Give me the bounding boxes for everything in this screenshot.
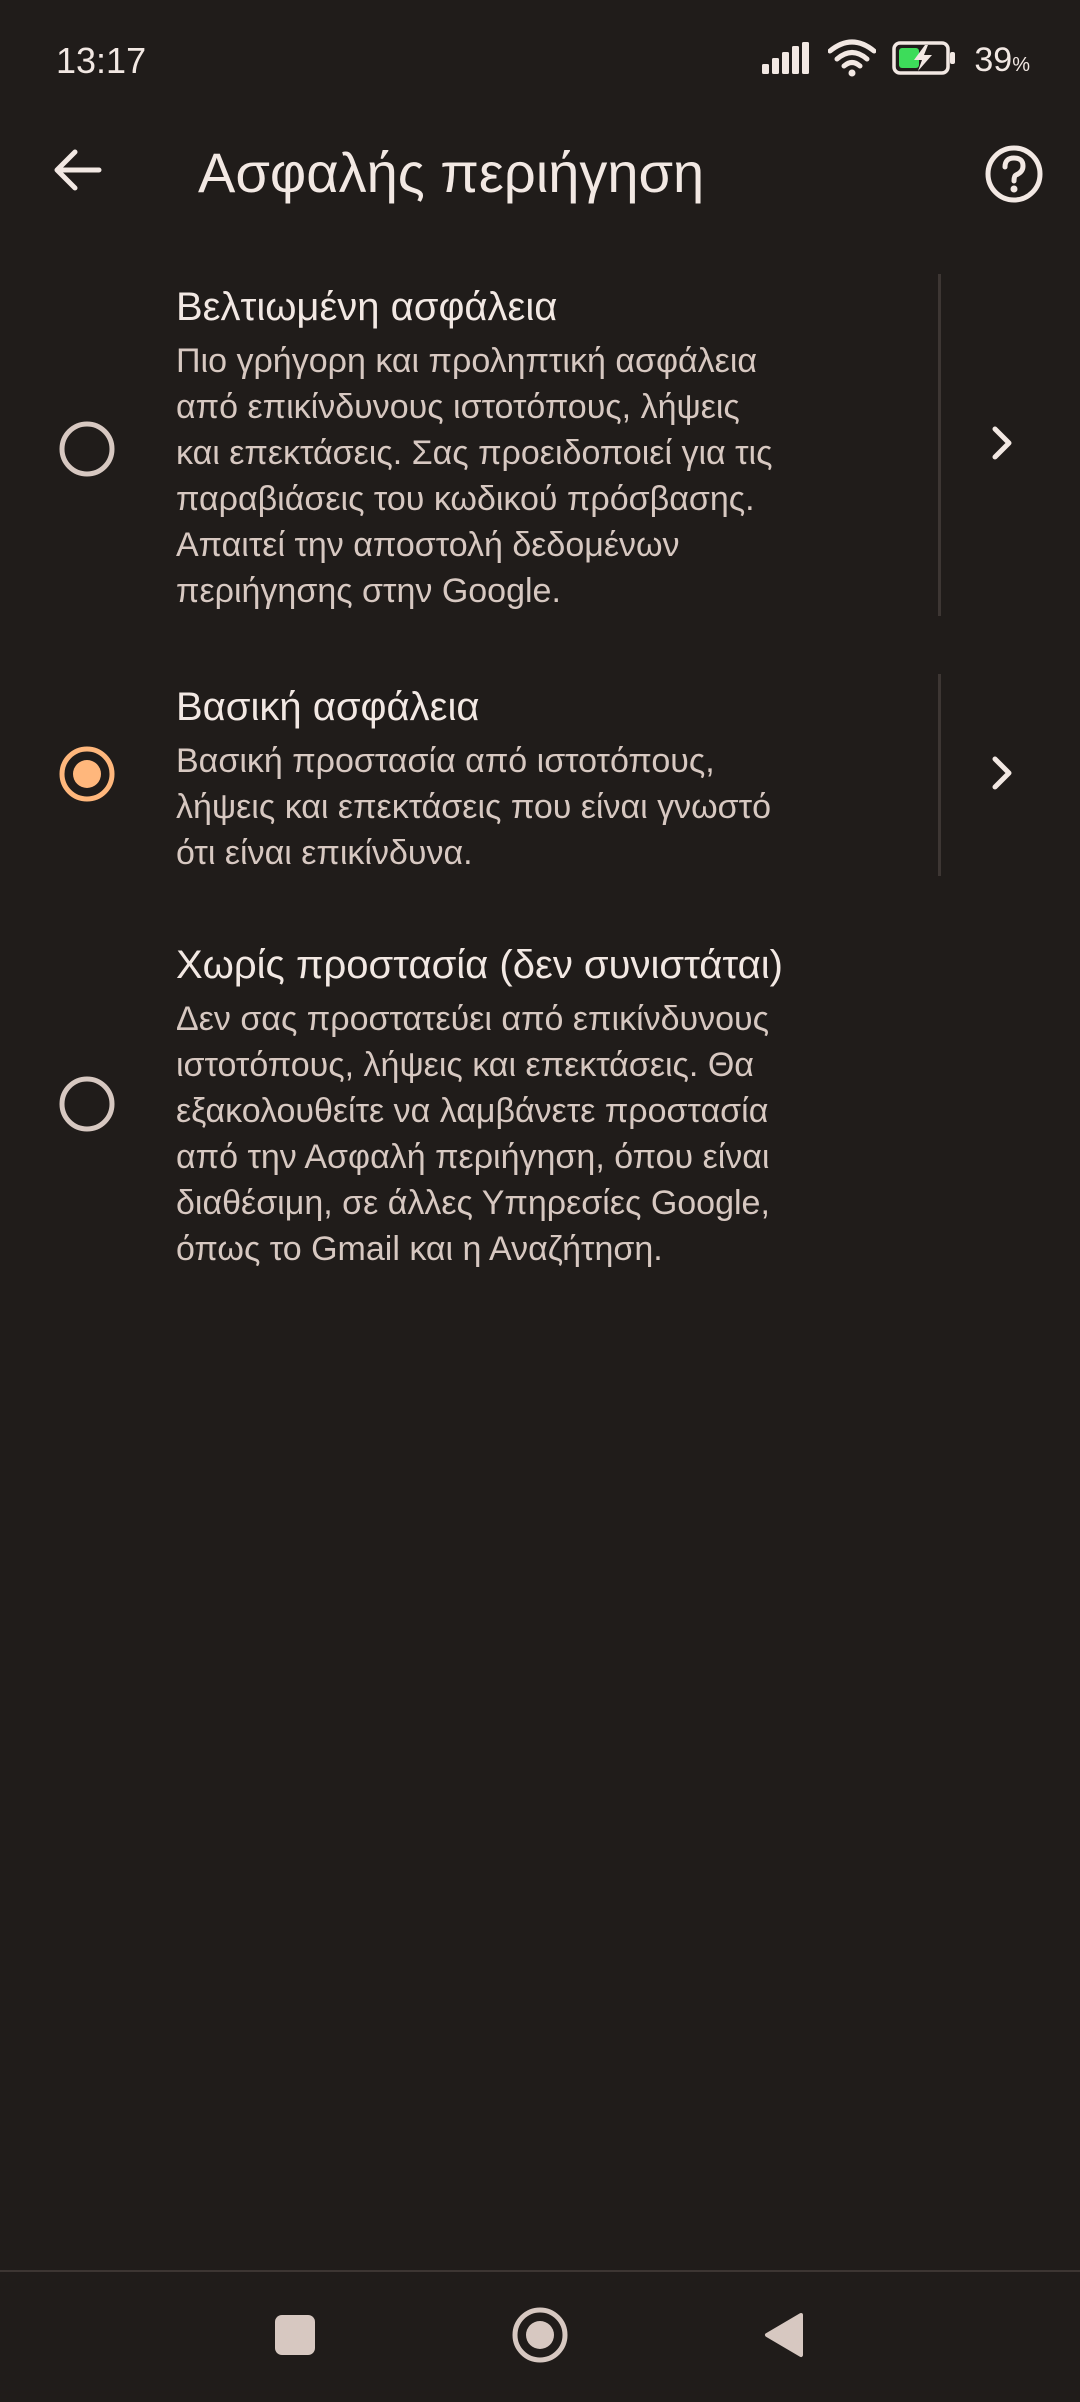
- divider: [938, 274, 941, 616]
- option-details-button[interactable]: [968, 410, 1038, 480]
- status-icons: 39%: [762, 38, 1030, 82]
- recents-button[interactable]: [250, 2292, 340, 2382]
- option-no-protection[interactable]: Χωρίς προστασία (δεν συνιστάται) Δεν σας…: [0, 930, 1080, 1290]
- back-button[interactable]: [30, 136, 126, 208]
- chevron-right-icon: [989, 753, 1017, 798]
- back-nav-button[interactable]: [738, 2292, 828, 2382]
- chevron-right-icon: [989, 423, 1017, 468]
- option-title: Βασική ασφάλεια: [176, 685, 480, 729]
- square-icon: [273, 2313, 317, 2362]
- radio-enhanced-protection[interactable]: [58, 420, 116, 478]
- option-description: Δεν σας προστατεύει από επικίνδυνους ιστ…: [176, 1000, 770, 1268]
- radio-standard-protection[interactable]: [58, 745, 116, 803]
- page-title: Ασφαλής περιήγηση: [198, 141, 705, 204]
- divider: [938, 674, 941, 876]
- option-enhanced-protection[interactable]: Βελτιωμένη ασφάλεια Πιο γρήγορη και προλ…: [0, 270, 1080, 620]
- option-standard-protection[interactable]: Βασική ασφάλεια Βασική προστασία από ιστ…: [0, 670, 1080, 880]
- option-description: Βασική προστασία από ιστοτόπους, λήψεις …: [176, 742, 771, 872]
- navigation-bar: [0, 2270, 1080, 2402]
- option-details-button[interactable]: [968, 740, 1038, 810]
- circle-icon: [511, 2306, 569, 2369]
- wifi-icon: [827, 39, 877, 82]
- signal-icon: [762, 41, 812, 79]
- app-bar: Ασφαλής περιήγηση: [0, 118, 1080, 222]
- radio-no-protection[interactable]: [58, 1075, 116, 1133]
- battery-percent: 39%: [974, 40, 1030, 79]
- help-circle-icon: [984, 144, 1044, 209]
- option-title: Χωρίς προστασία (δεν συνιστάται): [176, 943, 783, 987]
- battery-charging-icon: [892, 40, 958, 81]
- option-description: Πιο γρήγορη και προληπτική ασφάλεια από …: [176, 342, 773, 610]
- help-button[interactable]: [974, 136, 1054, 216]
- status-time: 13:17: [56, 40, 147, 81]
- option-title: Βελτιωμένη ασφάλεια: [176, 285, 558, 329]
- arrow-left-icon: [53, 148, 103, 197]
- triangle-back-icon: [761, 2311, 805, 2364]
- status-bar: 13:17 39%: [0, 0, 1080, 120]
- home-button[interactable]: [495, 2292, 585, 2382]
